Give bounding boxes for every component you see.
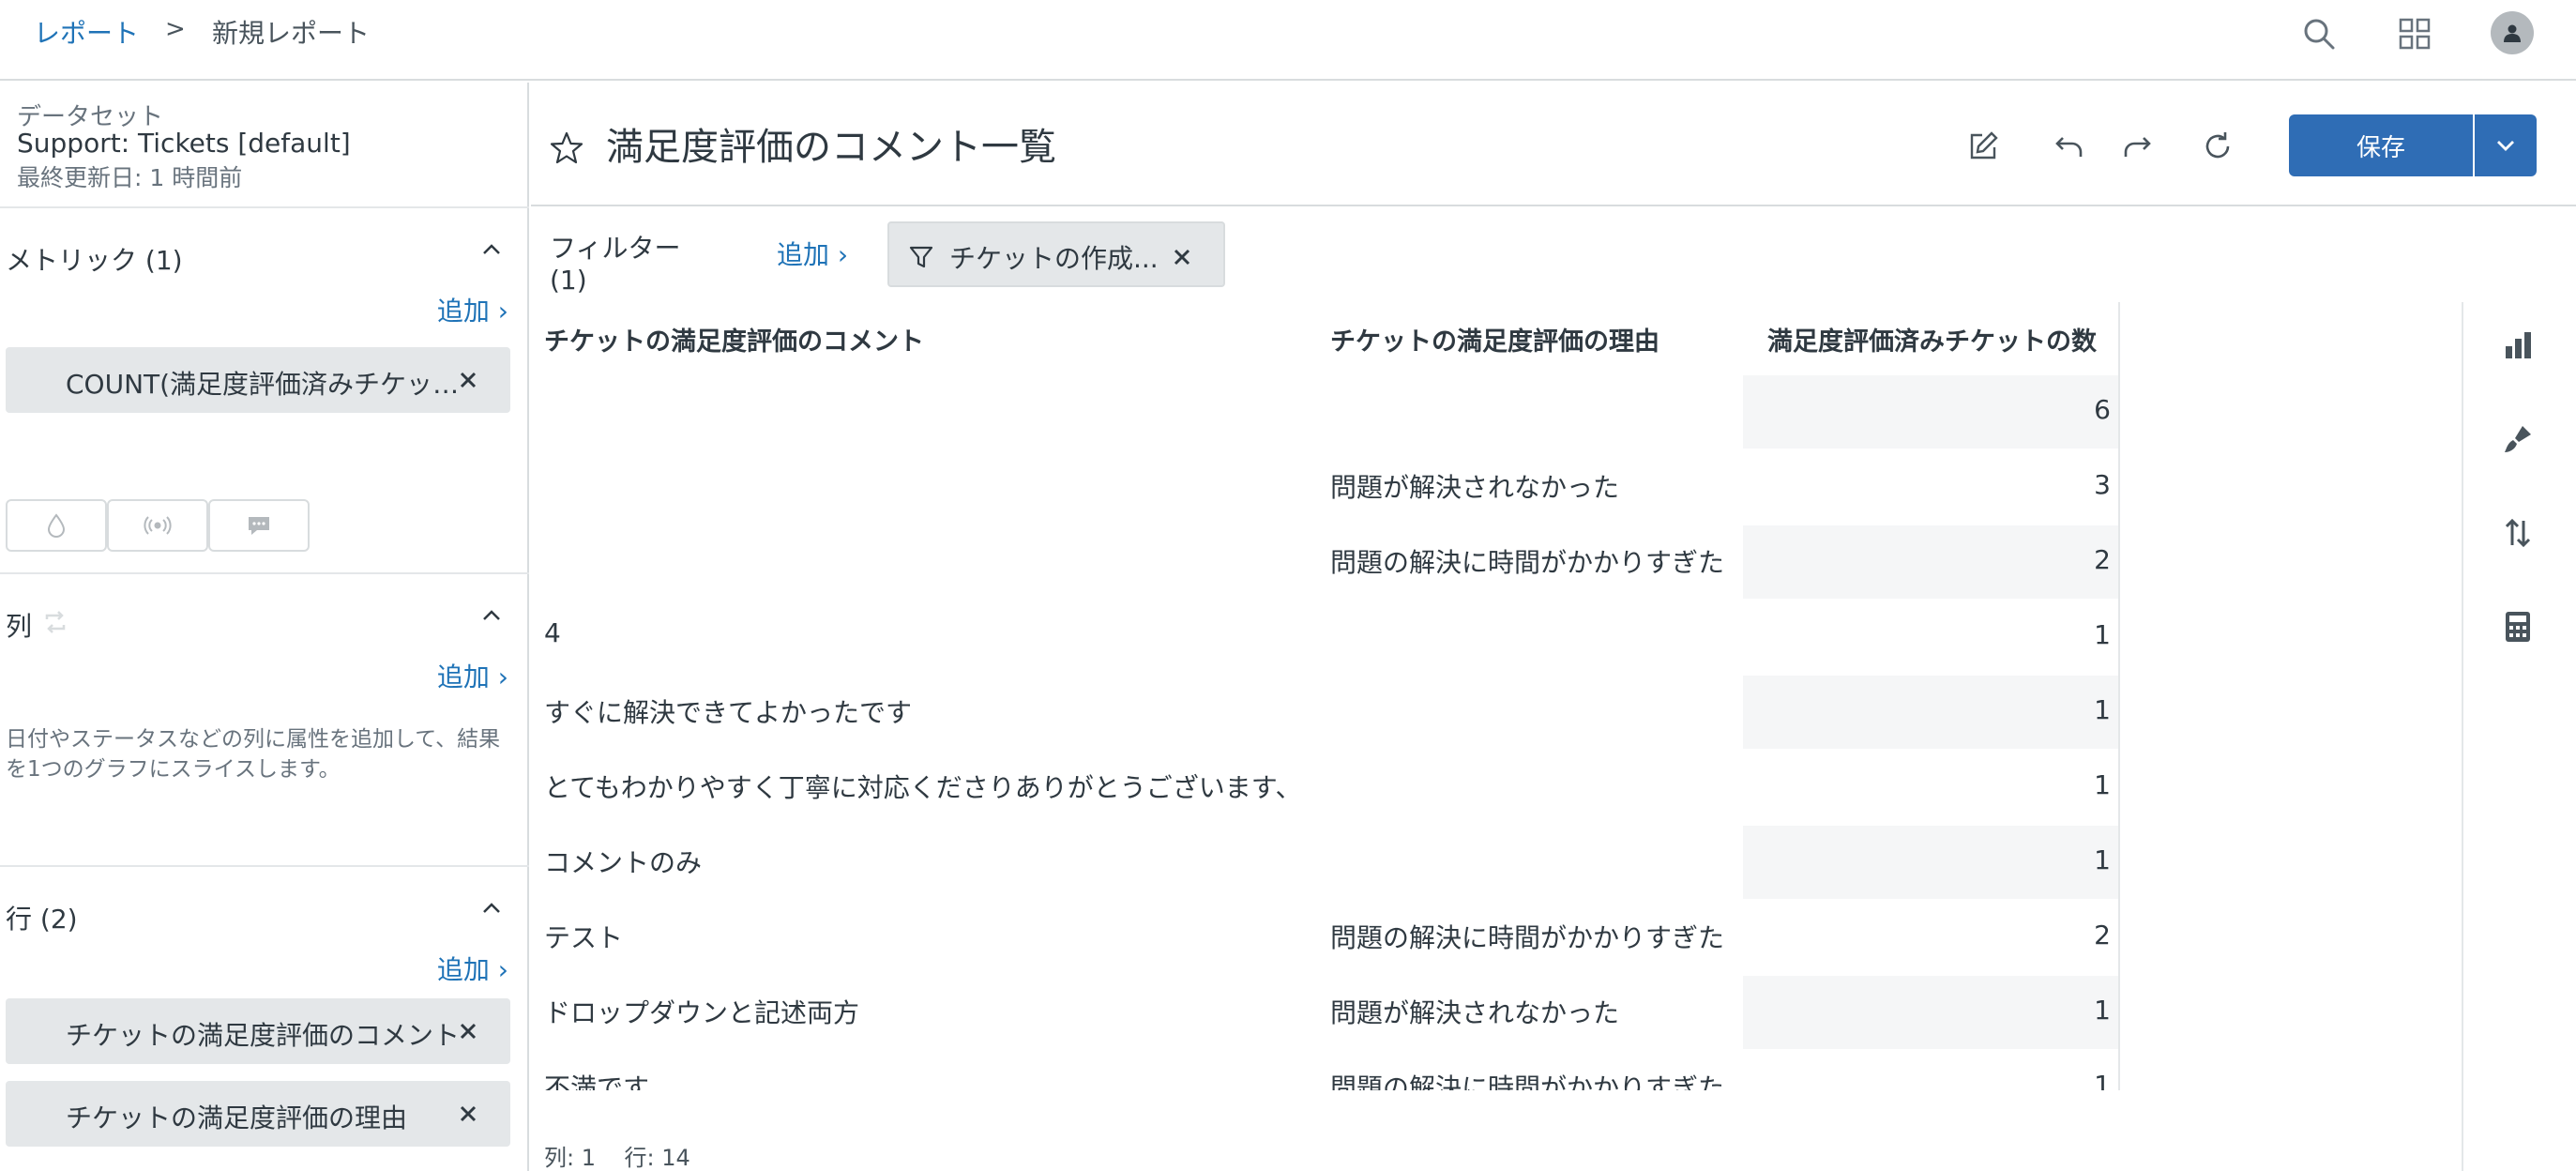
cell-count: 1	[2094, 769, 2111, 800]
row-pill-label: チケットの満足度評価の理由	[66, 1103, 408, 1133]
redo-icon[interactable]	[2116, 126, 2158, 167]
metrics-section-title: メトリック (1)	[6, 245, 183, 276]
filter-chip-label: チケットの作成...	[949, 243, 1159, 274]
cell-count: 1	[2094, 1070, 2111, 1090]
filters-label-text: フィルター	[550, 233, 681, 264]
calculator-icon[interactable]	[2497, 606, 2538, 647]
row-pill[interactable]: チケットの満足度評価の理由	[6, 1081, 510, 1147]
cell-count: 1	[1743, 676, 2118, 749]
save-options-button[interactable]	[2475, 114, 2537, 176]
table-row: 問題が解決されなかった 3	[531, 450, 2118, 525]
broadcast-icon[interactable]	[107, 499, 208, 552]
chevron-up-icon[interactable]	[478, 895, 505, 921]
table-row: コメントのみ 1	[531, 826, 2118, 901]
right-rail-divider	[2462, 302, 2463, 1171]
comment-icon[interactable]	[208, 499, 310, 552]
table-row: 不満です 問題の解決に時間がかかりすぎた 1	[531, 1051, 2118, 1090]
cell-count: 1	[1743, 826, 2118, 899]
divider	[0, 206, 529, 208]
report-header: 満足度評価のコメント一覧 保存	[531, 83, 2576, 206]
cell-count: 6	[1743, 375, 2118, 449]
cell-count: 1	[2094, 619, 2111, 650]
cell-comment: コメントのみ	[544, 847, 703, 878]
filter-chip[interactable]: チケットの作成...	[887, 221, 1225, 287]
cell-count: 3	[2094, 469, 2111, 500]
cell-reason: 問題が解決されなかった	[1330, 472, 1620, 503]
rows-section-title: 行 (2)	[6, 904, 78, 935]
apps-grid-icon[interactable]	[2394, 13, 2435, 54]
metric-pill-label: COUNT(満足度評価済みチケット数)	[66, 369, 460, 400]
bar-chart-icon[interactable]	[2497, 325, 2538, 366]
cell-reason: 問題が解決されなかった	[1330, 997, 1620, 1028]
sort-icon[interactable]	[2497, 512, 2538, 554]
remove-filter-icon[interactable]	[1173, 248, 1191, 266]
cell-comment: ドロップダウンと記述両方	[544, 997, 860, 1028]
refresh-icon[interactable]	[2197, 126, 2238, 167]
chevron-up-icon[interactable]	[478, 602, 505, 629]
status-columns: 列: 1	[544, 1145, 596, 1171]
chevron-up-icon[interactable]	[478, 236, 505, 263]
remove-metric-icon[interactable]	[458, 370, 478, 390]
status-rows: 行: 14	[624, 1145, 690, 1171]
filters-label: フィルター (1)	[550, 233, 680, 297]
paint-brush-icon[interactable]	[2497, 418, 2538, 460]
breadcrumb-current: 新規レポート	[212, 18, 371, 49]
filters-count: (1)	[550, 265, 587, 296]
report-title[interactable]: 満足度評価のコメント一覧	[606, 116, 1056, 171]
header-count[interactable]: 満足度評価済みチケットの数	[1767, 321, 2097, 357]
breadcrumb-separator: >	[165, 15, 186, 43]
cell-comment: とてもわかりやすく丁寧に対応くださりありがとうございます、	[544, 772, 1302, 803]
top-bar: レポート > 新規レポート	[0, 0, 2576, 81]
table-scroll-edge	[2118, 302, 2120, 1090]
chevron-down-icon	[2497, 141, 2514, 151]
save-button[interactable]: 保存	[2289, 114, 2473, 176]
breadcrumb-parent-link[interactable]: レポート	[34, 13, 139, 51]
add-filter-link[interactable]: 追加 ›	[777, 235, 848, 272]
drop-icon[interactable]	[6, 499, 107, 552]
table-row: 6	[531, 375, 2118, 450]
add-metric-link[interactable]: 追加 ›	[437, 291, 508, 328]
cell-reason: 問題の解決に時間がかかりすぎた	[1330, 922, 1725, 953]
left-config-panel: データセット Support: Tickets [default] 最終更新日:…	[0, 83, 529, 1171]
table-row: すぐに解決できてよかったです 1	[531, 676, 2118, 751]
dataset-updated: 最終更新日: 1 時間前	[17, 164, 243, 191]
undo-icon[interactable]	[2049, 126, 2090, 167]
cell-count: 1	[1743, 976, 2118, 1049]
metric-pill[interactable]: COUNT(満足度評価済みチケット数)	[6, 347, 510, 413]
report-table: チケットの満足度評価のコメント チケットの満足度評価の理由 満足度評価済みチケッ…	[531, 302, 2118, 1090]
search-icon[interactable]	[2298, 13, 2340, 54]
remove-row-icon[interactable]	[458, 1021, 478, 1042]
edit-icon[interactable]	[1962, 126, 2004, 167]
divider	[0, 865, 529, 867]
dataset-name[interactable]: Support: Tickets [default]	[17, 128, 351, 159]
cell-comment: すぐに解決できてよかったです	[544, 697, 913, 728]
header-comment[interactable]: チケットの満足度評価のコメント	[544, 321, 924, 357]
table-row: 4 1	[531, 601, 2118, 676]
columns-help-text: 日付やステータスなどの列に属性を追加して、結果を1つのグラフにスライスします。	[6, 727, 501, 782]
cell-comment: テスト	[544, 922, 624, 953]
add-column-link[interactable]: 追加 ›	[437, 657, 508, 694]
cell-count: 2	[2094, 920, 2111, 950]
cell-count: 2	[1743, 525, 2118, 599]
cell-comment: 4	[544, 617, 561, 648]
header-reason[interactable]: チケットの満足度評価の理由	[1330, 321, 1659, 357]
divider	[0, 572, 529, 574]
table-row: テスト 問題の解決に時間がかかりすぎた 2	[531, 901, 2118, 976]
row-pill[interactable]: チケットの満足度評価のコメント	[6, 998, 510, 1064]
table-row: ドロップダウンと記述両方 問題が解決されなかった 1	[531, 976, 2118, 1051]
user-avatar[interactable]	[2491, 11, 2534, 54]
add-row-link[interactable]: 追加 ›	[437, 950, 508, 987]
columns-section-title: 列	[6, 611, 33, 642]
table-row: とてもわかりやすく丁寧に対応くださりありがとうございます、 1	[531, 751, 2118, 826]
cell-reason: 問題の解決に時間がかかりすぎた	[1330, 547, 1725, 578]
star-icon[interactable]	[548, 129, 585, 167]
table-row: 問題の解決に時間がかかりすぎた 2	[531, 525, 2118, 601]
cell-comment: 不満です	[544, 1072, 650, 1090]
remove-row-icon[interactable]	[458, 1103, 478, 1124]
swap-icon[interactable]	[41, 608, 69, 636]
row-pill-label: チケットの満足度評価のコメント	[66, 1020, 460, 1051]
filter-icon	[909, 246, 933, 268]
cell-reason: 問題の解決に時間がかかりすぎた	[1330, 1072, 1725, 1090]
table-status: 列: 1 行: 14	[544, 1139, 690, 1171]
